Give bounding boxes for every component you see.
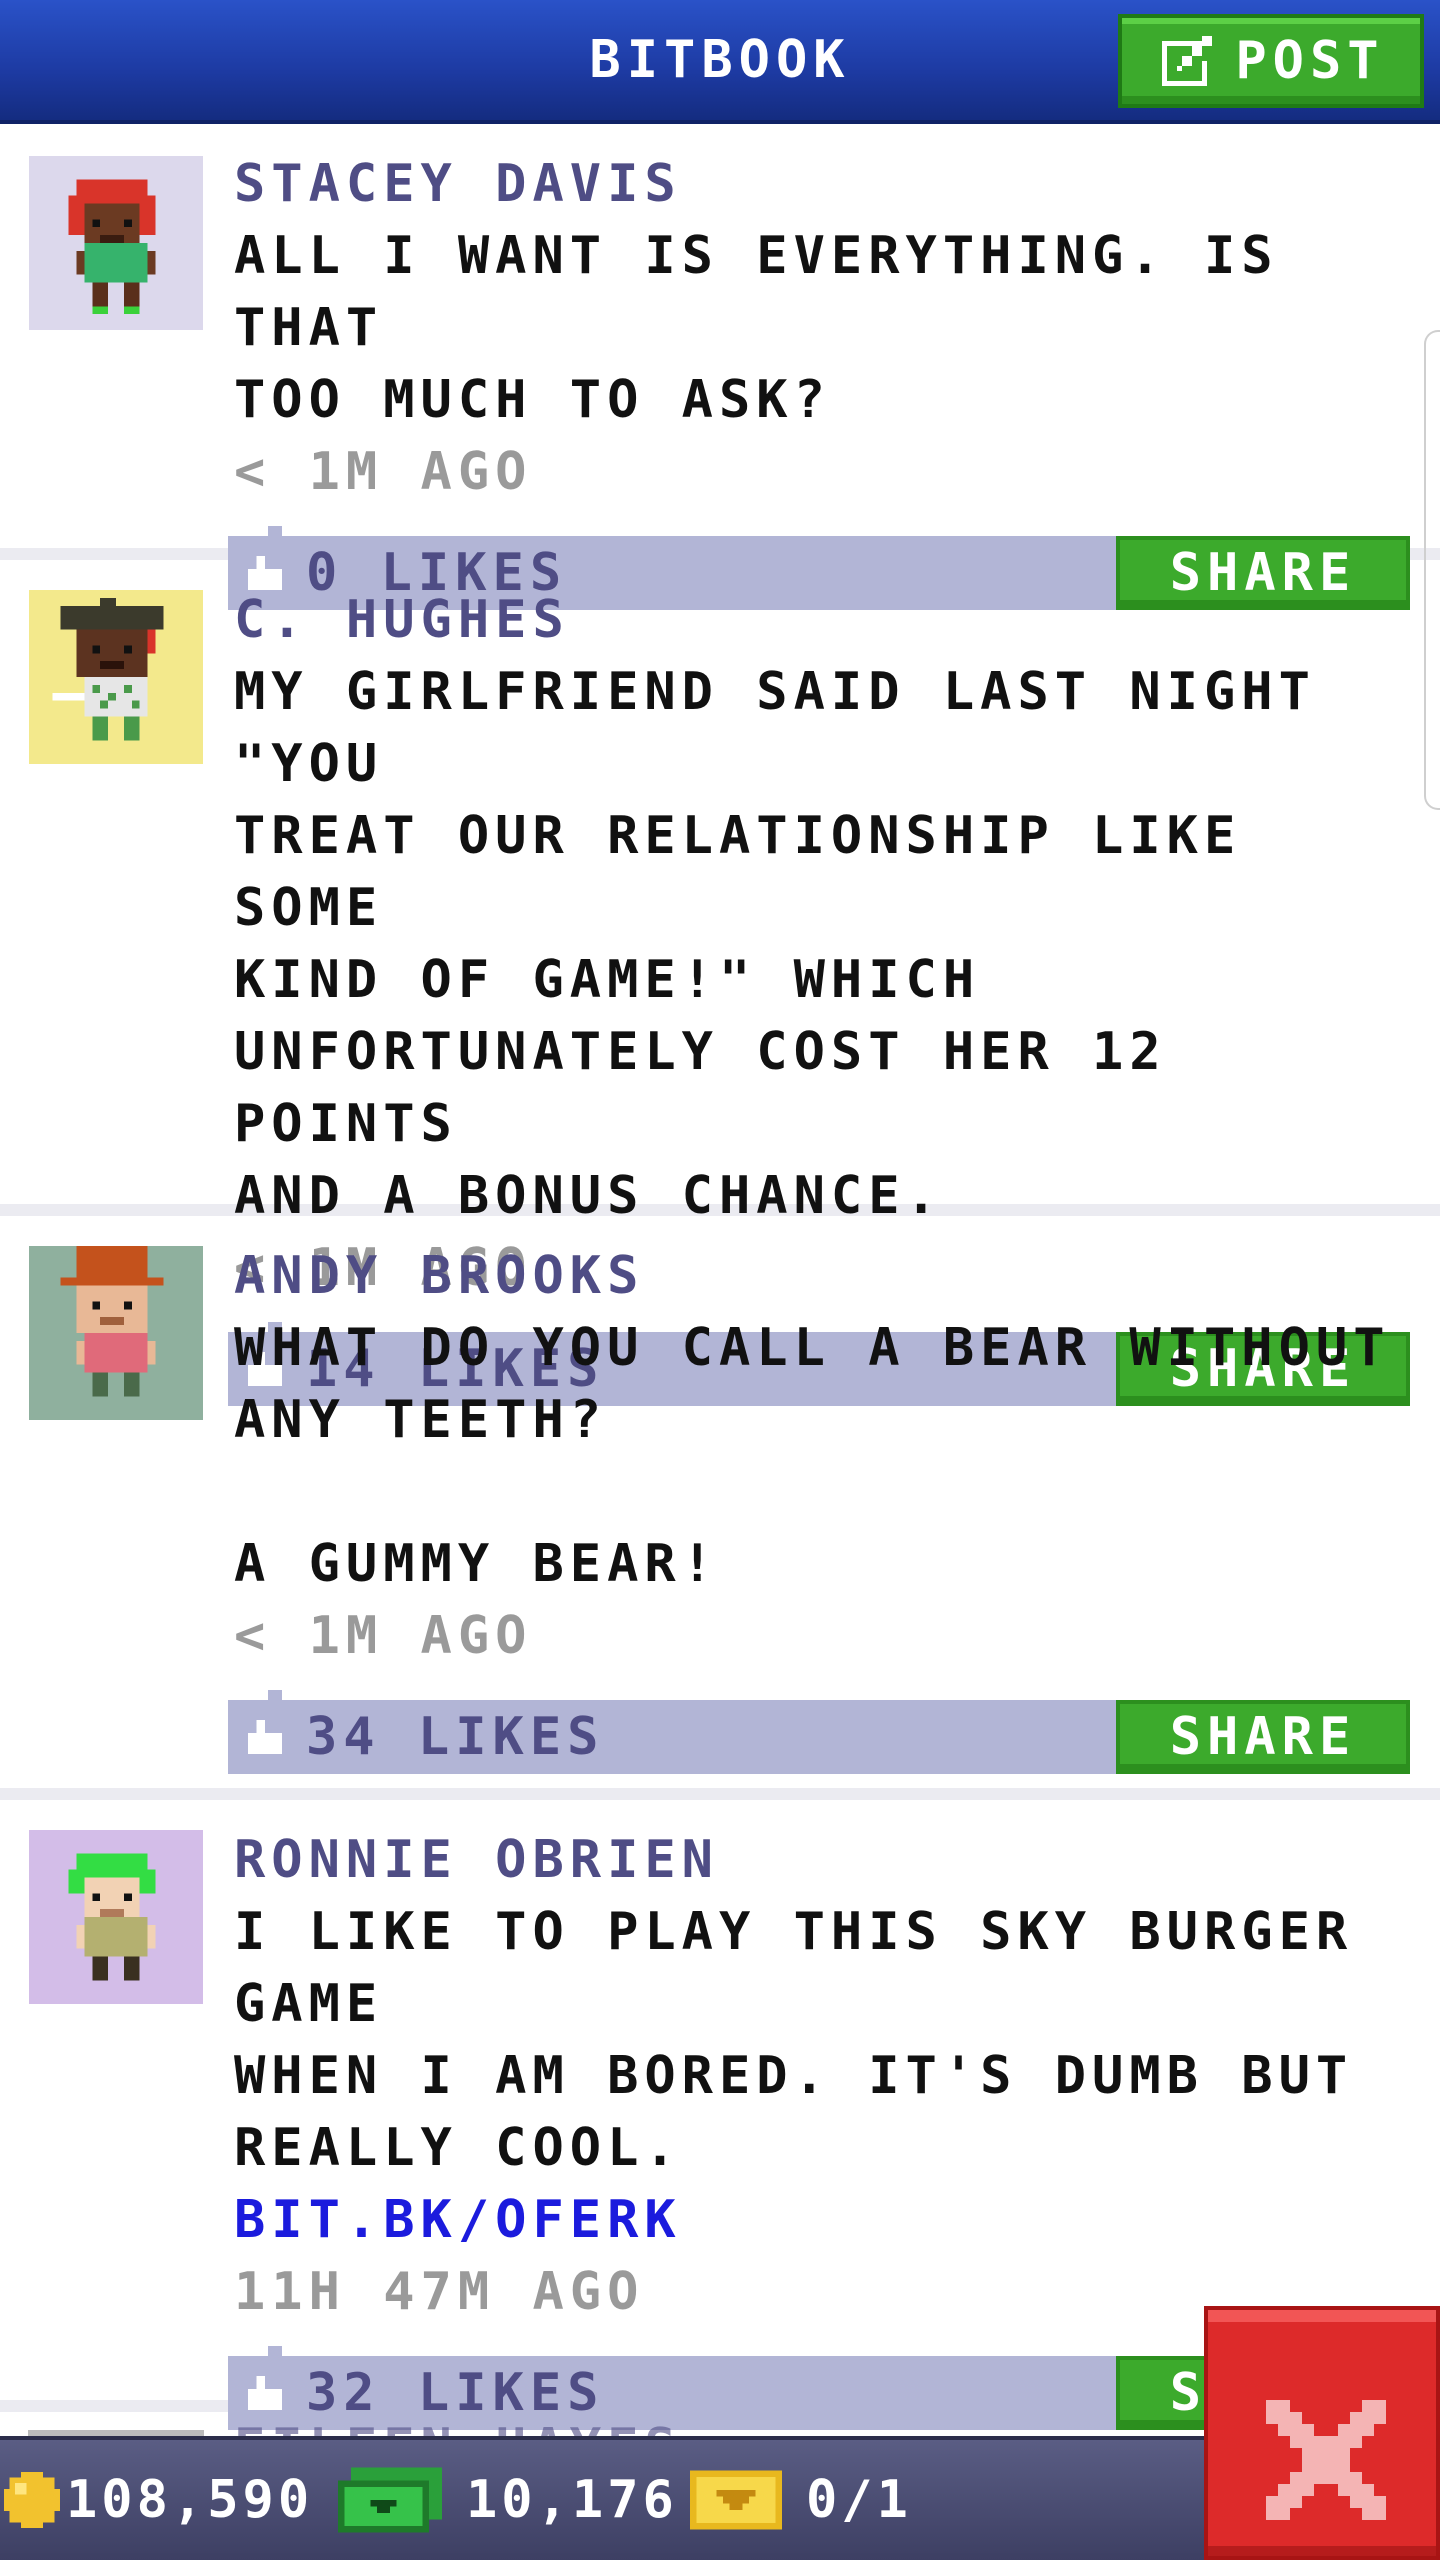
avatar[interactable] bbox=[28, 1246, 204, 1420]
tickets-stat: 0/1 bbox=[690, 2440, 912, 2560]
feed-post: C. HUGHES MY GIRLFRIEND SAID LAST NIGHT … bbox=[0, 560, 1440, 1406]
like-icon[interactable] bbox=[244, 1720, 286, 1754]
edit-icon bbox=[1162, 36, 1213, 86]
likes-bar: 34 LIKES SHARE bbox=[228, 1690, 1410, 1774]
share-button[interactable]: SHARE bbox=[1116, 1700, 1410, 1774]
feed-post: STACEY DAVIS ALL I WANT IS EVERYTHING. I… bbox=[0, 124, 1440, 610]
post-text: ALL I WANT IS EVERYTHING. IS THAT TOO MU… bbox=[234, 226, 1279, 430]
post-author[interactable]: STACEY DAVIS bbox=[234, 148, 1424, 220]
bux-value: 10,176 bbox=[466, 2470, 678, 2530]
post-button[interactable]: POST bbox=[1118, 14, 1424, 108]
avatar[interactable] bbox=[28, 156, 204, 330]
close-icon bbox=[1266, 2400, 1386, 2520]
post-text: WHAT DO YOU CALL A BEAR WITHOUT ANY TEET… bbox=[234, 1318, 1391, 1594]
post-author[interactable]: RONNIE OBRIEN bbox=[234, 1824, 1424, 1896]
avatar-image bbox=[29, 590, 203, 764]
avatar-image bbox=[29, 1246, 203, 1420]
post-time: < 1M AGO bbox=[234, 442, 533, 502]
avatar-image bbox=[29, 156, 203, 330]
tickets-value: 0/1 bbox=[806, 2470, 912, 2530]
post-button-label: POST bbox=[1235, 31, 1385, 91]
coins-stat: 108,590 bbox=[4, 2440, 313, 2560]
scrollbar[interactable] bbox=[1424, 330, 1440, 810]
post-text: MY GIRLFRIEND SAID LAST NIGHT "YOU TREAT… bbox=[234, 662, 1316, 1226]
avatar[interactable] bbox=[28, 1830, 204, 2004]
feed-post: ANDY BROOKS WHAT DO YOU CALL A BEAR WITH… bbox=[0, 1216, 1440, 1800]
post-author[interactable]: C. HUGHES bbox=[234, 584, 1424, 656]
close-button[interactable] bbox=[1204, 2306, 1440, 2560]
bux-icon bbox=[338, 2467, 442, 2533]
avatar-image bbox=[29, 1830, 203, 2004]
likes-count: 34 LIKES bbox=[306, 1707, 605, 1767]
ticket-icon bbox=[690, 2470, 782, 2530]
post-text: I LIKE TO PLAY THIS SKY BURGER GAME WHEN… bbox=[234, 1902, 1354, 2178]
post-link[interactable]: BIT.BK/OFERK bbox=[234, 2184, 1424, 2256]
avatar[interactable] bbox=[28, 590, 204, 764]
post-time: < 1M AGO bbox=[234, 1606, 533, 1666]
coins-value: 108,590 bbox=[66, 2470, 314, 2530]
coin-icon bbox=[4, 2472, 60, 2528]
bux-stat: 10,176 bbox=[338, 2440, 678, 2560]
post-author[interactable]: ANDY BROOKS bbox=[234, 1240, 1424, 1312]
feed-list: STACEY DAVIS ALL I WANT IS EVERYTHING. I… bbox=[0, 124, 1440, 2452]
app-header: BITBOOK POST bbox=[0, 0, 1440, 124]
like-icon[interactable] bbox=[244, 2376, 286, 2410]
